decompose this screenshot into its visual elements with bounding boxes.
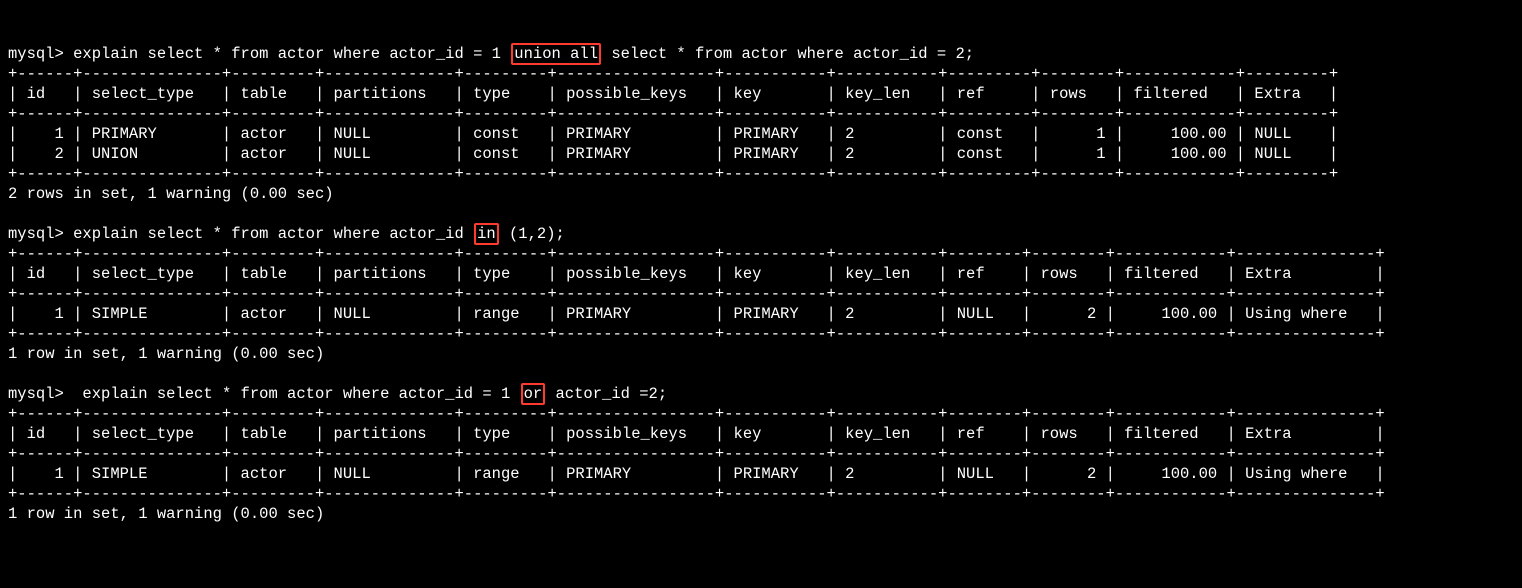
- highlighted-keyword: in: [474, 223, 499, 245]
- blank-line: [8, 204, 1514, 224]
- sql-command-line[interactable]: mysql> explain select * from actor where…: [8, 44, 1514, 64]
- highlighted-keyword: or: [521, 383, 546, 405]
- table-header-row: | id | select_type | table | partitions …: [8, 264, 1514, 284]
- table-border: +------+---------------+---------+------…: [8, 244, 1514, 264]
- table-border: +------+---------------+---------+------…: [8, 104, 1514, 124]
- table-data-row: | 1 | PRIMARY | actor | NULL | const | P…: [8, 124, 1514, 144]
- table-border: +------+---------------+---------+------…: [8, 484, 1514, 504]
- sql-text-prefix: explain select * from actor where actor_…: [64, 385, 520, 403]
- mysql-prompt: mysql>: [8, 385, 64, 403]
- table-header-row: | id | select_type | table | partitions …: [8, 84, 1514, 104]
- result-footer: 2 rows in set, 1 warning (0.00 sec): [8, 184, 1514, 204]
- result-footer: 1 row in set, 1 warning (0.00 sec): [8, 504, 1514, 524]
- sql-text-suffix: select * from actor where actor_id = 2;: [602, 45, 974, 63]
- sql-command-line[interactable]: mysql> explain select * from actor where…: [8, 384, 1514, 404]
- sql-text-prefix: explain select * from actor where actor_…: [64, 225, 473, 243]
- terminal-output: mysql> explain select * from actor where…: [8, 44, 1514, 524]
- table-header-row: | id | select_type | table | partitions …: [8, 424, 1514, 444]
- blank-line: [8, 364, 1514, 384]
- sql-command-line[interactable]: mysql> explain select * from actor where…: [8, 224, 1514, 244]
- table-border: +------+---------------+---------+------…: [8, 444, 1514, 464]
- table-data-row: | 1 | SIMPLE | actor | NULL | range | PR…: [8, 464, 1514, 484]
- sql-text-suffix: (1,2);: [500, 225, 565, 243]
- table-border: +------+---------------+---------+------…: [8, 404, 1514, 424]
- table-border: +------+---------------+---------+------…: [8, 284, 1514, 304]
- sql-text-prefix: explain select * from actor where actor_…: [64, 45, 510, 63]
- sql-text-suffix: actor_id =2;: [546, 385, 667, 403]
- highlighted-keyword: union all: [511, 43, 601, 65]
- table-border: +------+---------------+---------+------…: [8, 64, 1514, 84]
- mysql-prompt: mysql>: [8, 225, 64, 243]
- result-footer: 1 row in set, 1 warning (0.00 sec): [8, 344, 1514, 364]
- table-border: +------+---------------+---------+------…: [8, 164, 1514, 184]
- table-data-row: | 2 | UNION | actor | NULL | const | PRI…: [8, 144, 1514, 164]
- table-border: +------+---------------+---------+------…: [8, 324, 1514, 344]
- mysql-prompt: mysql>: [8, 45, 64, 63]
- table-data-row: | 1 | SIMPLE | actor | NULL | range | PR…: [8, 304, 1514, 324]
